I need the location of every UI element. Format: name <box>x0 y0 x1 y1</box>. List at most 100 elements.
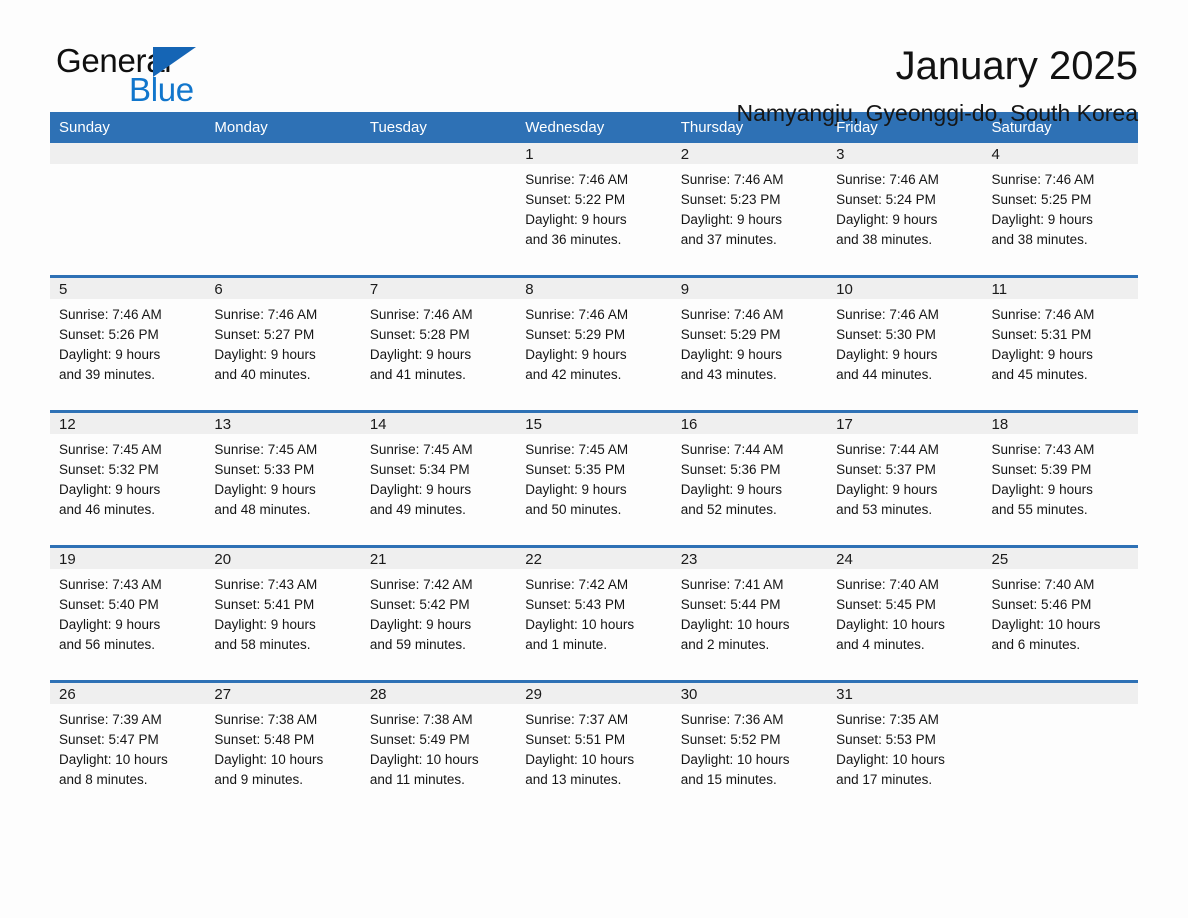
sunset-text: Sunset: 5:52 PM <box>680 732 781 747</box>
calendar-day-cell[interactable]: 31 Sunrise: 7:35 AM Sunset: 5:53 PM Dayligh… <box>827 680 983 815</box>
day-number: 14 <box>360 413 517 434</box>
day-number: 17 <box>827 413 983 434</box>
daylight-text-line1: Daylight: 9 hours <box>369 482 472 497</box>
calendar-day-cell[interactable]: 3 Sunrise: 7:46 AM Sunset: 5:24 PM Daylight… <box>827 143 983 277</box>
daylight-text-line1: Daylight: 10 hours <box>59 752 168 767</box>
calendar-day-cell[interactable]: 14 Sunrise: 7:45 AM Sunset: 5:34 PM Dayligh… <box>360 410 517 547</box>
sunset-text: Sunset: 5:34 PM <box>369 462 470 477</box>
daylight-text-line2: and 40 minutes. <box>214 367 311 382</box>
day-details: Sunrise: 7:42 AM Sunset: 5:42 PM Daylight:… <box>361 569 516 655</box>
sunrise-text: Sunrise: 7:46 AM <box>836 307 939 322</box>
sunrise-text: Sunrise: 7:40 AM <box>991 577 1095 592</box>
calendar-day-cell[interactable]: 18 Sunrise: 7:43 AM Sunset: 5:39 PM Dayligh… <box>982 410 1138 547</box>
calendar-page: General Blue January 2025 Namyangju, Gye… <box>0 0 1188 918</box>
calendar-day-cell[interactable]: 2 Sunrise: 7:46 AM Sunset: 5:23 PM Daylight… <box>671 143 828 277</box>
sunrise-text: Sunrise: 7:38 AM <box>369 712 473 727</box>
daylight-text-line1: Daylight: 10 hours <box>369 752 479 767</box>
sunrise-text: Sunrise: 7:44 AM <box>836 442 939 457</box>
day-details: Sunrise: 7:46 AM Sunset: 5:28 PM Daylight:… <box>361 299 516 385</box>
daylight-text-line2: and 36 minutes. <box>525 232 622 247</box>
calendar-day-cell[interactable]: 27 Sunrise: 7:38 AM Sunset: 5:48 PM Dayligh… <box>205 680 361 815</box>
daylight-text-line1: Daylight: 9 hours <box>836 347 938 362</box>
calendar-week-row: 19 Sunrise: 7:43 AM Sunset: 5:40 PM Dayligh… <box>50 545 1138 682</box>
daylight-text-line2: and 15 minutes. <box>680 772 777 787</box>
daylight-text-line1: Daylight: 10 hours <box>525 752 635 767</box>
day-number: 25 <box>982 548 1138 569</box>
calendar-day-cell[interactable]: 21 Sunrise: 7:42 AM Sunset: 5:42 PM Dayligh… <box>360 545 517 682</box>
daylight-text-line2: and 9 minutes. <box>214 772 303 787</box>
sunrise-text: Sunrise: 7:46 AM <box>680 307 784 322</box>
sunrise-text: Sunrise: 7:46 AM <box>525 307 629 322</box>
sunset-text: Sunset: 5:44 PM <box>680 597 781 612</box>
calendar-day-cell[interactable]: 12 Sunrise: 7:45 AM Sunset: 5:32 PM Dayligh… <box>50 410 206 547</box>
location-subtitle: Namyangju, Gyeonggi-do, South Korea <box>736 100 1138 126</box>
day-details: Sunrise: 7:38 AM Sunset: 5:49 PM Daylight:… <box>361 704 516 790</box>
daylight-text-line1: Daylight: 9 hours <box>680 482 782 497</box>
day-details: Sunrise: 7:38 AM Sunset: 5:48 PM Daylight:… <box>205 704 360 790</box>
calendar-day-cell[interactable]: 22 Sunrise: 7:42 AM Sunset: 5:43 PM Dayligh… <box>516 545 672 682</box>
day-number: 30 <box>671 683 828 704</box>
calendar-day-cell[interactable]: 19 Sunrise: 7:43 AM Sunset: 5:40 PM Dayligh… <box>50 545 206 682</box>
daylight-text-line1: Daylight: 9 hours <box>991 347 1093 362</box>
sunset-text: Sunset: 5:26 PM <box>59 327 159 342</box>
weekday-header-wednesday: Wednesday <box>516 112 672 143</box>
day-number: 24 <box>827 548 983 569</box>
sunset-text: Sunset: 5:30 PM <box>836 327 936 342</box>
sunrise-text: Sunrise: 7:46 AM <box>680 172 784 187</box>
sunrise-text: Sunrise: 7:36 AM <box>680 712 784 727</box>
day-details: Sunrise: 7:42 AM Sunset: 5:43 PM Daylight:… <box>516 569 671 655</box>
daylight-text-line1: Daylight: 9 hours <box>836 482 938 497</box>
calendar-day-cell[interactable]: 13 Sunrise: 7:45 AM Sunset: 5:33 PM Dayligh… <box>205 410 361 547</box>
day-number: 26 <box>50 683 206 704</box>
sunset-text: Sunset: 5:29 PM <box>680 327 781 342</box>
calendar-day-cell[interactable]: 28 Sunrise: 7:38 AM Sunset: 5:49 PM Dayligh… <box>360 680 517 815</box>
calendar-day-cell[interactable]: 4 Sunrise: 7:46 AM Sunset: 5:25 PM Daylight… <box>982 143 1138 277</box>
sunrise-text: Sunrise: 7:46 AM <box>369 307 473 322</box>
calendar-day-cell[interactable]: 10 Sunrise: 7:46 AM Sunset: 5:30 PM Dayligh… <box>827 275 983 412</box>
calendar-day-cell[interactable]: 16 Sunrise: 7:44 AM Sunset: 5:36 PM Dayligh… <box>671 410 828 547</box>
day-details: Sunrise: 7:46 AM Sunset: 5:25 PM Daylight:… <box>983 164 1138 250</box>
calendar-day-cell[interactable]: 29 Sunrise: 7:37 AM Sunset: 5:51 PM Dayligh… <box>516 680 672 815</box>
daylight-text-line1: Daylight: 9 hours <box>59 347 161 362</box>
calendar-day-cell[interactable]: 8 Sunrise: 7:46 AM Sunset: 5:29 PM Daylight… <box>516 275 672 412</box>
sunrise-text: Sunrise: 7:46 AM <box>214 307 318 322</box>
daylight-text-line1: Daylight: 9 hours <box>680 212 782 227</box>
calendar-day-cell[interactable]: 23 Sunrise: 7:41 AM Sunset: 5:44 PM Dayligh… <box>671 545 828 682</box>
daylight-text-line1: Daylight: 10 hours <box>214 752 324 767</box>
generalblue-logo[interactable]: General Blue <box>50 42 250 114</box>
calendar-day-cell[interactable]: 5 Sunrise: 7:46 AM Sunset: 5:26 PM Daylight… <box>50 275 206 412</box>
calendar-day-cell[interactable]: 1 Sunrise: 7:46 AM Sunset: 5:22 PM Daylight… <box>516 143 672 277</box>
sunset-text: Sunset: 5:48 PM <box>214 732 315 747</box>
daylight-text-line2: and 13 minutes. <box>525 772 622 787</box>
calendar-day-cell[interactable]: 24 Sunrise: 7:40 AM Sunset: 5:45 PM Dayligh… <box>827 545 983 682</box>
day-details: Sunrise: 7:35 AM Sunset: 5:53 PM Daylight:… <box>827 704 982 790</box>
calendar-body: 1 Sunrise: 7:46 AM Sunset: 5:22 PM Daylight… <box>50 143 1138 815</box>
calendar-day-cell[interactable]: 17 Sunrise: 7:44 AM Sunset: 5:37 PM Dayligh… <box>827 410 983 547</box>
daylight-text-line2: and 46 minutes. <box>59 502 156 517</box>
daylight-text-line2: and 37 minutes. <box>680 232 777 247</box>
sunrise-text: Sunrise: 7:45 AM <box>59 442 162 457</box>
calendar-day-cell[interactable]: 26 Sunrise: 7:39 AM Sunset: 5:47 PM Dayligh… <box>50 680 206 815</box>
day-number: 1 <box>516 143 672 164</box>
daylight-text-line1: Daylight: 10 hours <box>680 752 790 767</box>
day-number <box>50 143 206 164</box>
calendar-day-cell[interactable]: 15 Sunrise: 7:45 AM Sunset: 5:35 PM Dayligh… <box>516 410 672 547</box>
calendar-day-cell[interactable]: 6 Sunrise: 7:46 AM Sunset: 5:27 PM Daylight… <box>205 275 361 412</box>
daylight-text-line2: and 11 minutes. <box>369 772 465 787</box>
calendar-day-cell[interactable]: 9 Sunrise: 7:46 AM Sunset: 5:29 PM Daylight… <box>671 275 828 412</box>
day-details: Sunrise: 7:46 AM Sunset: 5:26 PM Daylight:… <box>50 299 205 385</box>
daylight-text-line1: Daylight: 9 hours <box>214 347 316 362</box>
calendar-day-cell[interactable]: 11 Sunrise: 7:46 AM Sunset: 5:31 PM Dayligh… <box>982 275 1138 412</box>
calendar-day-cell[interactable]: 7 Sunrise: 7:46 AM Sunset: 5:28 PM Daylight… <box>360 275 517 412</box>
calendar-week-row: 1 Sunrise: 7:46 AM Sunset: 5:22 PM Daylight… <box>50 143 1138 277</box>
day-number: 10 <box>827 278 983 299</box>
day-details: Sunrise: 7:45 AM Sunset: 5:32 PM Daylight:… <box>50 434 205 520</box>
calendar-day-cell[interactable]: 25 Sunrise: 7:40 AM Sunset: 5:46 PM Dayligh… <box>982 545 1138 682</box>
daylight-text-line2: and 6 minutes. <box>991 637 1081 652</box>
sunset-text: Sunset: 5:35 PM <box>525 462 626 477</box>
day-details: Sunrise: 7:46 AM Sunset: 5:29 PM Daylight:… <box>672 299 827 385</box>
calendar-day-cell[interactable]: 30 Sunrise: 7:36 AM Sunset: 5:52 PM Dayligh… <box>671 680 828 815</box>
day-details: Sunrise: 7:46 AM Sunset: 5:22 PM Daylight:… <box>516 164 671 250</box>
day-number: 28 <box>360 683 517 704</box>
calendar-day-cell[interactable]: 20 Sunrise: 7:43 AM Sunset: 5:41 PM Dayligh… <box>205 545 361 682</box>
